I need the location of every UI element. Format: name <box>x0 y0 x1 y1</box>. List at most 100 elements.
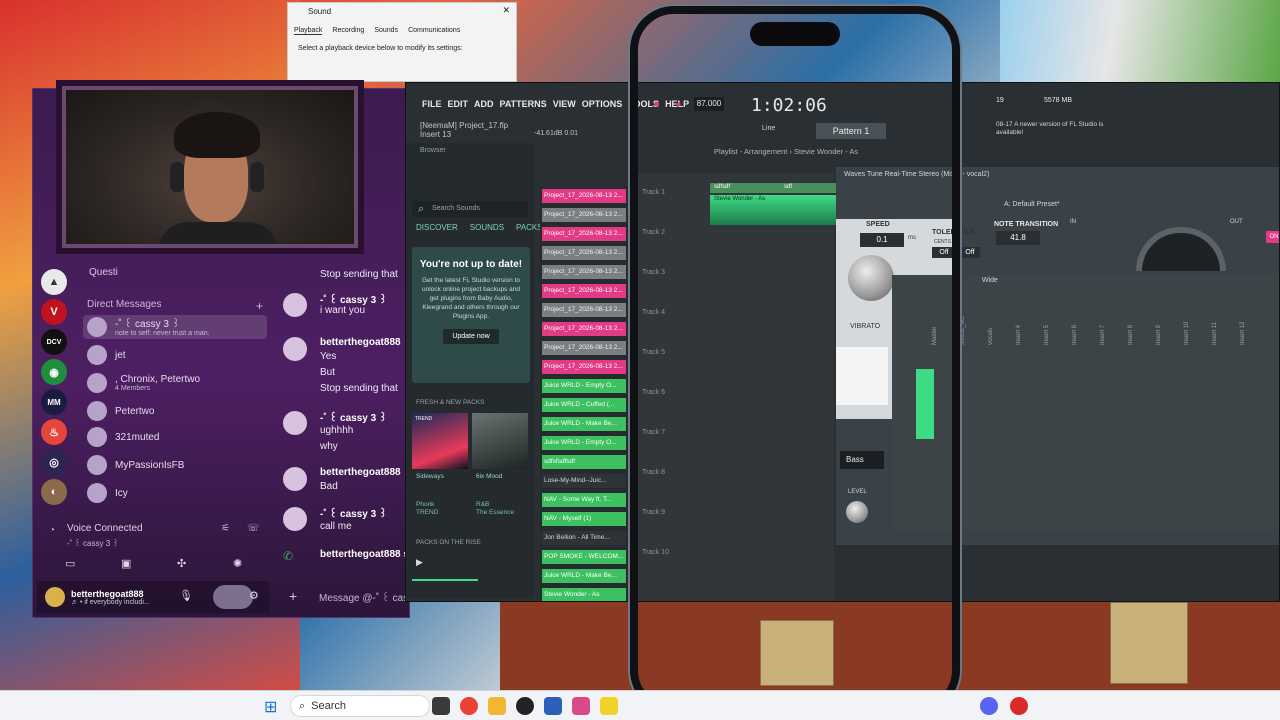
message-author[interactable]: betterthegoat888 <box>320 467 401 478</box>
discord-icon[interactable] <box>980 697 998 715</box>
menu-patterns[interactable]: PATTERNS <box>500 99 547 109</box>
file-item[interactable]: Project_17_2026-08-13 2... <box>542 360 626 374</box>
menu-edit[interactable]: EDIT <box>448 99 469 109</box>
server-icon[interactable]: ◎ <box>41 449 67 475</box>
file-item[interactable]: Juice WRLD - Make Be... <box>542 569 626 583</box>
server-icon[interactable]: ▲ <box>41 269 67 295</box>
dm-item[interactable]: , Chronix, Petertwo 4 Members <box>83 371 267 395</box>
gear-icon[interactable]: ⚙ <box>249 589 259 602</box>
mixer-track-label[interactable]: Insert 11 <box>1212 322 1218 345</box>
sound-search[interactable]: ⌕ Search Sounds <box>412 201 528 217</box>
message-input[interactable]: + Message @-˚ ꒰ cass <box>283 583 409 609</box>
file-item[interactable]: Project_17_2026-08-13 2... <box>542 265 626 279</box>
server-icon[interactable]: ◉ <box>41 359 67 385</box>
app-icon[interactable] <box>600 697 618 715</box>
file-item[interactable]: Project_17_2026-08-13 2... <box>542 208 626 222</box>
file-explorer-icon[interactable] <box>488 697 506 715</box>
mixer-track-label[interactable]: Insert 9 <box>1156 325 1162 345</box>
message-author[interactable]: -˚ ꒰ cassy 3 ꒱ <box>320 507 387 520</box>
tab-sounds[interactable]: SOUNDS <box>470 223 504 232</box>
pack-cover[interactable]: TREND <box>412 413 468 469</box>
task-view-icon[interactable] <box>432 697 450 715</box>
tolerance-value[interactable]: Off <box>960 247 980 258</box>
file-item[interactable]: NAV - Myself (1) <box>542 512 626 526</box>
windows-start-icon[interactable]: ⊞ <box>264 697 282 716</box>
tab-packs[interactable]: PACKS <box>516 223 543 232</box>
dm-item[interactable]: Petertwo <box>83 399 267 423</box>
update-button[interactable]: Update now <box>443 329 499 345</box>
message-author[interactable]: -˚ ꒰ cassy 3 ꒱ <box>320 411 387 424</box>
soundboard-icon[interactable]: ✺ <box>233 557 242 570</box>
tab-playback[interactable]: Playback <box>294 27 323 35</box>
menu-add[interactable]: ADD <box>474 99 494 109</box>
file-item[interactable]: Project_17_2026-08-13 2... <box>542 227 626 241</box>
server-icon[interactable]: DCV <box>41 329 67 355</box>
file-item[interactable]: Juice WRLD - Make Be... <box>542 417 626 431</box>
message-author[interactable]: betterthegoat888 st <box>320 549 409 560</box>
update-notice[interactable]: 08-17 A newer version of FL Studio is av… <box>996 121 1106 138</box>
activities-icon[interactable]: ✣ <box>177 557 186 570</box>
tab-recording[interactable]: Recording <box>332 27 364 35</box>
screen-share-icon[interactable]: ▣ <box>121 557 131 570</box>
file-item[interactable]: Juice WRLD - Cuffed (... <box>542 398 626 412</box>
noise-suppression-icon[interactable]: ⚟ <box>221 523 230 534</box>
file-item[interactable]: Jon Bellion - All Time... <box>542 531 626 545</box>
file-item[interactable]: Project_17_2026-08-13 2... <box>542 322 626 336</box>
mixer-layout[interactable]: Wide <box>982 277 998 284</box>
file-item[interactable]: sdfsfsdfsdf <box>542 455 626 469</box>
menu-view[interactable]: VIEW <box>553 99 576 109</box>
file-item[interactable]: Stevie Wonder - As <box>542 588 626 601</box>
file-item[interactable]: Project_17_2026-08-13 2... <box>542 341 626 355</box>
add-dm-icon[interactable]: + <box>256 299 263 313</box>
headset-icon[interactable] <box>213 585 253 609</box>
file-item[interactable]: Project_17_2026-08-13 2... <box>542 189 626 203</box>
chrome-icon[interactable] <box>460 697 478 715</box>
microphone-icon[interactable]: 🎙︎ <box>179 589 193 602</box>
mixer-track-label[interactable]: Insert 10 <box>1184 322 1190 345</box>
file-item[interactable]: Project_17_2026-08-13 2... <box>542 246 626 260</box>
obs-icon[interactable] <box>516 697 534 715</box>
file-item[interactable]: Lose-My-Mind--Juic... <box>542 474 626 488</box>
on-toggle[interactable]: ON <box>1266 231 1279 243</box>
close-icon[interactable]: ✕ <box>502 5 510 16</box>
taskbar-search[interactable]: ⌕ Search <box>290 695 430 717</box>
voice-channel[interactable]: -˚ ꒰ cassy 3 ꒱ <box>67 537 119 548</box>
message-author[interactable]: betterthegoat888 <box>320 337 401 348</box>
file-item[interactable]: POP SMOKE - WELCOM... <box>542 550 626 564</box>
tab-discover[interactable]: DISCOVER <box>416 223 458 232</box>
server-icon[interactable]: ◐ <box>41 479 67 505</box>
dm-item[interactable]: Icy <box>83 481 267 505</box>
dm-item[interactable]: 321muted <box>83 425 267 449</box>
file-item[interactable]: Project_17_2026-08-13 2... <box>542 303 626 317</box>
file-item[interactable]: NAV - Some Way ft. T... <box>542 493 626 507</box>
avatar[interactable] <box>45 587 65 607</box>
mixer-track-label[interactable]: Insert 8 <box>1128 325 1134 345</box>
menu-options[interactable]: OPTIONS <box>582 99 623 109</box>
dm-item[interactable]: MyPassionIsFB <box>83 453 267 477</box>
mixer-track-label[interactable]: vocals <box>988 328 994 345</box>
volume-slider[interactable] <box>412 579 478 581</box>
server-icon[interactable]: ♨ <box>41 419 67 445</box>
mixer-track-label[interactable]: Insert 12 <box>1240 322 1246 345</box>
dm-item[interactable]: jet <box>83 343 267 367</box>
server-icon[interactable]: MM <box>41 389 67 415</box>
mixer-track-label[interactable]: Insert 4 <box>1016 325 1022 345</box>
file-item[interactable]: Juice WRLD - Empty O... <box>542 436 626 450</box>
app-icon[interactable] <box>572 697 590 715</box>
pack-cover[interactable] <box>472 413 528 469</box>
dm-item[interactable]: -˚ ꒰ cassy 3 ꒱ note to self: never trust … <box>83 315 267 339</box>
disconnect-icon[interactable]: ☏ <box>247 523 260 534</box>
camera-off-icon[interactable]: ▭ <box>65 557 75 570</box>
mixer-track-label[interactable]: Insert 7 <box>1100 325 1106 345</box>
mixer-track-label[interactable]: Insert 5 <box>1044 325 1050 345</box>
note-transition-value[interactable]: 41.8 <box>996 231 1040 245</box>
mixer-track-label[interactable]: Insert 6 <box>1072 325 1078 345</box>
tab-communications[interactable]: Communications <box>408 27 460 35</box>
app-icon[interactable] <box>1010 697 1028 715</box>
preset-name[interactable]: A: Default Preset* <box>1004 201 1060 208</box>
server-icon[interactable]: V <box>41 299 67 325</box>
mixer-track-label[interactable]: JUICE_8G <box>960 316 966 345</box>
menu-file[interactable]: FILE <box>422 99 442 109</box>
app-icon[interactable] <box>544 697 562 715</box>
file-item[interactable]: Juice WRLD - Empty O... <box>542 379 626 393</box>
